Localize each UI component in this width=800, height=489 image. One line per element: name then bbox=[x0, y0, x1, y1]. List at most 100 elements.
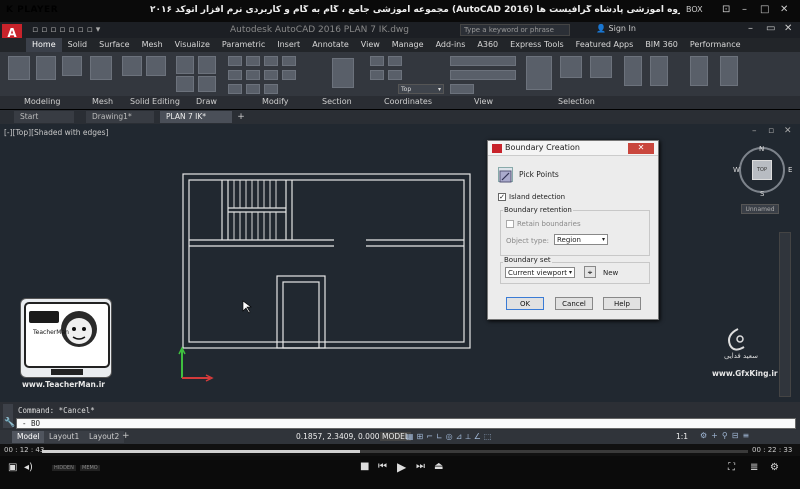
acad-close-icon[interactable]: ✕ bbox=[784, 23, 792, 34]
ucs-menu[interactable]: Unnamed bbox=[741, 204, 779, 214]
panel-label-modeling[interactable]: Modeling bbox=[24, 97, 60, 106]
ribbon-tool-icon[interactable] bbox=[228, 70, 242, 80]
new-tab-plus-icon[interactable]: + bbox=[235, 111, 247, 123]
sign-in-button[interactable]: 👤 Sign In bbox=[596, 24, 636, 33]
viewport-minimize-icon[interactable]: – bbox=[752, 126, 757, 136]
player-mini-label-1[interactable]: HIDDEN bbox=[52, 465, 76, 471]
player-menu-icon[interactable]: ▣ bbox=[8, 462, 17, 473]
ribbon-tab-home[interactable]: Home bbox=[26, 38, 62, 52]
object-type-select[interactable]: Region ▾ bbox=[554, 234, 608, 245]
ribbon-tab-parametric[interactable]: Parametric bbox=[216, 38, 271, 52]
pick-points-label[interactable]: Pick Points bbox=[519, 170, 559, 179]
seek-progress[interactable] bbox=[42, 450, 360, 453]
panel-label-draw[interactable]: Draw bbox=[196, 97, 217, 106]
player-close-icon[interactable]: ✕ bbox=[780, 4, 788, 15]
ribbon-tool-icon[interactable] bbox=[90, 56, 112, 80]
ribbon-tool-icon[interactable] bbox=[450, 56, 516, 66]
ribbon-tool-icon[interactable] bbox=[720, 56, 738, 86]
ribbon-tab-bim-360[interactable]: BIM 360 bbox=[639, 38, 684, 52]
layout-tab-layout1[interactable]: Layout1 bbox=[44, 431, 85, 443]
player-volume-icon[interactable]: ◂) bbox=[24, 462, 33, 473]
playlist-icon[interactable]: ≣ bbox=[750, 462, 758, 473]
ribbon-tool-icon[interactable] bbox=[228, 84, 242, 94]
ribbon-tool-icon[interactable] bbox=[690, 56, 708, 86]
compass-west[interactable]: W bbox=[733, 166, 740, 174]
ok-button[interactable]: OK bbox=[506, 297, 544, 310]
ribbon-tool-icon[interactable] bbox=[176, 76, 194, 92]
ribbon-tool-icon[interactable] bbox=[370, 70, 384, 80]
ribbon-tab-mesh[interactable]: Mesh bbox=[136, 38, 169, 52]
quick-access-toolbar[interactable]: ▫▫▫▫▫▫▫▾ bbox=[32, 25, 103, 35]
ribbon-tab-express-tools[interactable]: Express Tools bbox=[504, 38, 570, 52]
ribbon-tool-icon[interactable] bbox=[36, 56, 56, 80]
ribbon-tab-visualize[interactable]: Visualize bbox=[169, 38, 216, 52]
ribbon-tool-icon[interactable] bbox=[370, 56, 384, 66]
eject-icon[interactable]: ⏏ bbox=[434, 461, 443, 472]
ribbon-tab-performance[interactable]: Performance bbox=[684, 38, 747, 52]
compass-south[interactable]: S bbox=[760, 190, 764, 198]
panel-label-selection[interactable]: Selection bbox=[558, 97, 595, 106]
ribbon-tool-icon[interactable] bbox=[176, 56, 194, 74]
ribbon-tool-icon[interactable] bbox=[560, 56, 582, 78]
viewport-restore-icon[interactable]: ▫ bbox=[768, 126, 774, 136]
ribbon-tool-icon[interactable] bbox=[450, 84, 474, 94]
dialog-close-button[interactable]: ✕ bbox=[628, 143, 654, 154]
compass-east[interactable]: E bbox=[788, 166, 792, 174]
ribbon-tool-icon[interactable] bbox=[8, 56, 30, 80]
panel-label-section[interactable]: Section bbox=[322, 97, 352, 106]
ribbon-tab-featured-apps[interactable]: Featured Apps bbox=[570, 38, 640, 52]
ribbon-tool-icon[interactable] bbox=[246, 56, 260, 66]
ribbon-tool-icon[interactable] bbox=[122, 56, 142, 76]
add-layout-plus-icon[interactable]: + bbox=[122, 431, 130, 441]
doc-tab-drawing1[interactable]: Drawing1* bbox=[86, 111, 154, 123]
new-boundary-set-button[interactable]: ⌖ bbox=[584, 266, 596, 278]
play-icon[interactable]: ▶ bbox=[397, 460, 406, 474]
drafting-toggle-icons[interactable]: ▦⊞⌐∟◎⊿⟂∠⬚ bbox=[406, 432, 494, 442]
ribbon-tool-icon[interactable] bbox=[246, 84, 260, 94]
command-input[interactable] bbox=[16, 418, 796, 429]
player-minimize-icon[interactable]: – bbox=[742, 4, 747, 15]
view-select[interactable]: Top ▾ bbox=[398, 84, 444, 94]
ribbon-tool-icon[interactable] bbox=[264, 84, 278, 94]
ribbon-tool-icon[interactable] bbox=[246, 70, 260, 80]
viewport-close-icon[interactable]: ✕ bbox=[784, 126, 792, 136]
ribbon-tab-annotate[interactable]: Annotate bbox=[306, 38, 355, 52]
ribbon-tool-icon[interactable] bbox=[590, 56, 612, 78]
acad-maximize-icon[interactable]: ▭ bbox=[766, 23, 775, 34]
status-settings-icons[interactable]: ⚙+⚲⊟≡ bbox=[700, 431, 753, 440]
panel-label-solid-editing[interactable]: Solid Editing bbox=[130, 97, 180, 106]
viewcube-top-face[interactable]: TOP bbox=[752, 160, 772, 180]
settings-icon[interactable]: ⚙ bbox=[770, 462, 779, 473]
ribbon-tool-icon[interactable] bbox=[62, 56, 82, 76]
layout-tab-model[interactable]: Model bbox=[12, 431, 45, 443]
wrench-icon[interactable]: 🔧 bbox=[4, 418, 15, 428]
ribbon-tab-insert[interactable]: Insert bbox=[271, 38, 306, 52]
navigation-bar[interactable] bbox=[779, 232, 791, 397]
ribbon-tool-icon[interactable] bbox=[146, 56, 166, 76]
layout-tab-layout2[interactable]: Layout2 bbox=[84, 431, 125, 443]
panel-label-view[interactable]: View bbox=[474, 97, 493, 106]
compass-north[interactable]: N bbox=[759, 145, 764, 153]
pick-points-button[interactable] bbox=[498, 167, 513, 183]
previous-icon[interactable]: ⏮ bbox=[378, 461, 387, 472]
stop-icon[interactable]: ■ bbox=[360, 461, 369, 472]
ribbon-tool-icon[interactable] bbox=[198, 76, 216, 92]
retain-boundaries-checkbox[interactable] bbox=[506, 220, 514, 228]
annotation-scale[interactable]: 1:1 bbox=[676, 432, 688, 441]
ribbon-tab-view[interactable]: View bbox=[355, 38, 386, 52]
next-icon[interactable]: ⏭ bbox=[416, 461, 425, 472]
ribbon-tool-icon[interactable] bbox=[228, 56, 242, 66]
ribbon-tab-solid[interactable]: Solid bbox=[62, 38, 94, 52]
player-mini-label-2[interactable]: MEMO bbox=[80, 465, 100, 471]
ribbon-tool-icon[interactable] bbox=[388, 70, 402, 80]
boundary-set-select[interactable]: Current viewport ▾ bbox=[505, 267, 575, 278]
ribbon-tab-manage[interactable]: Manage bbox=[386, 38, 430, 52]
panel-label-modify[interactable]: Modify bbox=[262, 97, 289, 106]
player-pin-icon[interactable]: ⊡ bbox=[722, 4, 730, 15]
ribbon-tool-icon[interactable] bbox=[526, 56, 552, 90]
ribbon-tool-icon[interactable] bbox=[388, 56, 402, 66]
search-input[interactable]: Type a keyword or phrase bbox=[460, 24, 570, 36]
cancel-button[interactable]: Cancel bbox=[555, 297, 593, 310]
ribbon-tool-icon[interactable] bbox=[264, 56, 278, 66]
island-detection-checkbox[interactable]: ✓ bbox=[498, 193, 506, 201]
